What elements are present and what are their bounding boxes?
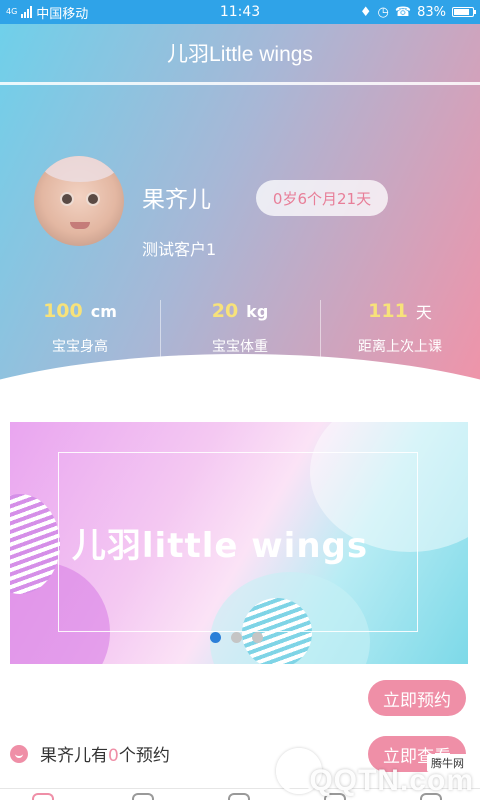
stat-days-label: 距离上次上课 (358, 339, 442, 355)
course-tab-icon[interactable] (228, 793, 250, 800)
smile-bubble-icon (10, 744, 28, 763)
stat-height-value: 100 (43, 300, 83, 322)
stat-days-unit: 天 (415, 303, 432, 322)
appointment-text: 果齐儿有0个预约 (40, 741, 170, 766)
banner-text: 儿羽little wings (71, 526, 369, 566)
appointment-count: 0 (108, 746, 119, 766)
appointment-suffix: 个预约 (118, 746, 170, 766)
status-bar: 4G 中国移动 11:43 ♦ ◷ ☎ 83% (0, 0, 480, 24)
banner-carousel[interactable]: 儿羽little wings (10, 422, 468, 664)
stat-weight-label: 宝宝体重 (212, 339, 268, 355)
status-right: ♦ ◷ ☎ 83% (314, 4, 476, 20)
home-tab-icon[interactable] (32, 793, 54, 800)
appointment-prefix: 果齐儿有 (40, 746, 108, 766)
carousel-dot[interactable] (210, 632, 221, 643)
schedule-tab-icon[interactable] (132, 793, 154, 800)
stat-days-since-class: 111 天 距离上次上课 (320, 296, 480, 366)
stat-height: 100 cm 宝宝身高 (0, 296, 160, 366)
appointment-summary: 果齐儿有0个预约 (10, 741, 170, 766)
stat-weight-unit: kg (246, 301, 269, 321)
stat-weight-value: 20 (211, 300, 239, 322)
carousel-dot[interactable] (252, 632, 263, 643)
title-divider (0, 82, 480, 85)
battery-percent: 83% (417, 4, 446, 20)
battery-icon (452, 7, 476, 17)
watermark-logo-text: QQTN.com (309, 764, 474, 797)
status-time: 11:43 (219, 4, 261, 20)
signal-strength-icon (21, 6, 33, 18)
battery-level-fill (454, 9, 469, 15)
carousel-indicator (210, 632, 263, 643)
notification-bell-icon: ♦ (359, 4, 372, 20)
page-title: 儿羽Little wings (167, 43, 313, 66)
age-badge: 0岁6个月21天 (256, 180, 388, 216)
profile-header: 儿羽Little wings 果齐儿 0岁6个月21天 测试客户1 100 cm… (0, 24, 480, 404)
carrier-name: 中国移动 (36, 6, 89, 22)
network-type-icon: 4G (6, 7, 18, 16)
status-left: 4G 中国移动 (6, 3, 166, 22)
watermark: 腾牛网 QQTN.com (272, 744, 480, 800)
client-name: 测试客户1 (142, 240, 217, 259)
child-name: 果齐儿 (142, 187, 211, 213)
book-now-button[interactable]: 立即预约 (368, 680, 466, 716)
stat-height-label: 宝宝身高 (52, 339, 108, 355)
carousel-dot[interactable] (231, 632, 242, 643)
stat-height-unit: cm (90, 301, 117, 321)
volte-call-icon: ☎ (394, 4, 412, 20)
alarm-icon: ◷ (377, 4, 389, 20)
avatar[interactable] (34, 156, 124, 246)
stat-days-value: 111 (368, 300, 408, 322)
